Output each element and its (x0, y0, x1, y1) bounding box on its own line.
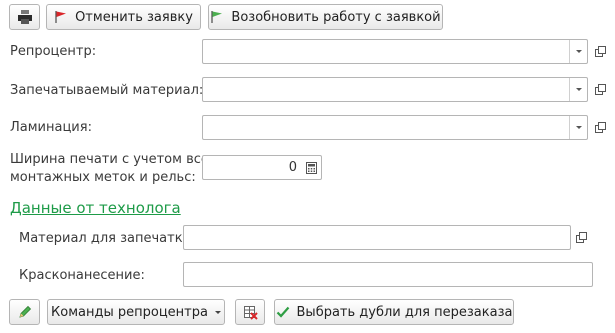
repro-center-label: Репроцентр: (10, 44, 97, 59)
print-width-value: 0 (288, 160, 297, 175)
green-flag-icon (210, 10, 224, 24)
print-material-label: Материал для запечатки: (19, 231, 196, 246)
repro-center-open-button[interactable] (589, 39, 611, 64)
open-window-icon (594, 122, 606, 133)
cancel-request-button[interactable]: Отменить заявку (46, 4, 201, 30)
cancel-request-label: Отменить заявку (75, 9, 193, 25)
chevron-down-icon (575, 88, 582, 91)
print-width-label-line1: Ширина печати с учетом всех (10, 152, 217, 167)
edit-button[interactable] (9, 299, 40, 325)
repro-center-dropdown[interactable] (569, 40, 587, 63)
print-material-open-button[interactable] (570, 225, 592, 250)
delete-table-icon (243, 305, 258, 320)
checkmark-icon (276, 305, 290, 319)
red-flag-icon (54, 10, 68, 24)
open-window-icon (594, 46, 606, 57)
open-window-icon (575, 232, 587, 243)
resume-work-button[interactable]: Возобновить работу с заявкой (208, 4, 443, 30)
chevron-down-icon (575, 50, 582, 53)
print-width-field[interactable]: 0 (202, 155, 322, 180)
printed-material-field[interactable] (202, 77, 588, 102)
lamination-field[interactable] (202, 115, 588, 140)
technologist-data-section-title[interactable]: Данные от технолога (10, 199, 181, 217)
pencil-icon (18, 305, 32, 319)
printed-material-label: Запечатываемый материал: (10, 83, 204, 98)
printed-material-open-button[interactable] (589, 77, 611, 102)
chevron-down-icon (575, 126, 582, 129)
printer-icon (17, 9, 33, 25)
lamination-dropdown[interactable] (569, 116, 587, 139)
print-button[interactable] (9, 4, 40, 30)
calculator-button[interactable] (301, 156, 321, 179)
print-width-label-line2: монтажных меток и рельс: (10, 170, 196, 185)
calculator-icon (305, 161, 317, 174)
printed-material-dropdown[interactable] (569, 78, 587, 101)
repro-commands-label: Команды репроцентра (51, 304, 208, 320)
lamination-open-button[interactable] (589, 115, 611, 140)
color-application-label: Красконанесение: (19, 268, 145, 283)
select-duplicates-button[interactable]: Выбрать дубли для перезаказа (274, 299, 514, 325)
select-duplicates-label: Выбрать дубли для перезаказа (296, 304, 513, 320)
repro-commands-button[interactable]: Команды репроцентра (47, 299, 225, 325)
repro-center-field[interactable] (202, 39, 588, 64)
resume-work-label: Возобновить работу с заявкой (231, 9, 441, 25)
open-window-icon (594, 84, 606, 95)
print-material-field[interactable] (183, 225, 571, 250)
lamination-label: Ламинация: (10, 120, 92, 135)
chevron-down-icon (214, 310, 221, 314)
color-application-field[interactable] (183, 262, 593, 287)
delete-table-button[interactable] (235, 299, 265, 325)
